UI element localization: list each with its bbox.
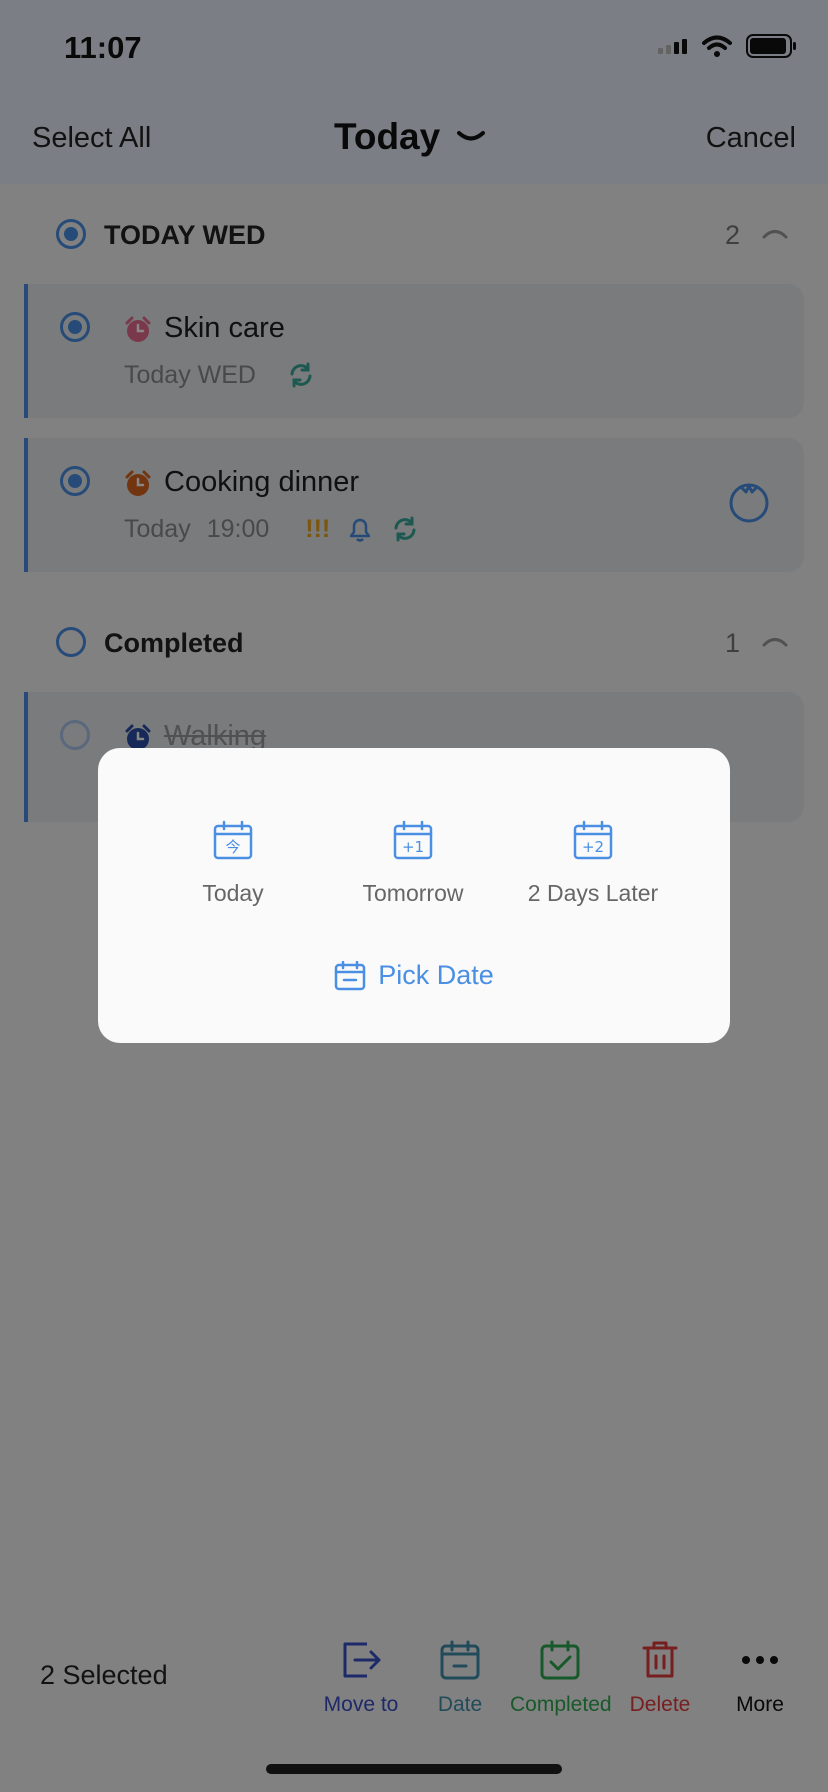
option-tomorrow[interactable]: +1 Tomorrow (323, 820, 503, 907)
option-label: 2 Days Later (527, 880, 659, 906)
pick-date-button[interactable]: Pick Date (98, 960, 730, 991)
calendar-plus2-icon: +2 (573, 820, 613, 860)
calendar-glyph: +1 (402, 838, 424, 856)
option-2-days-later[interactable]: +2 2 Days Later (503, 820, 683, 907)
option-label: Today (202, 880, 264, 906)
date-picker-modal: 今 Today +1 Tomorrow +2 2 Days Later Pick… (98, 748, 730, 1043)
option-label: Tomorrow (362, 880, 464, 906)
home-indicator (266, 1764, 562, 1774)
calendar-icon (334, 960, 366, 990)
calendar-today-icon: 今 (213, 820, 253, 860)
option-today[interactable]: 今 Today (143, 820, 323, 907)
pick-date-label: Pick Date (378, 960, 494, 990)
calendar-glyph: 今 (225, 838, 240, 856)
calendar-plus1-icon: +1 (393, 820, 433, 860)
calendar-glyph: +2 (582, 838, 604, 856)
